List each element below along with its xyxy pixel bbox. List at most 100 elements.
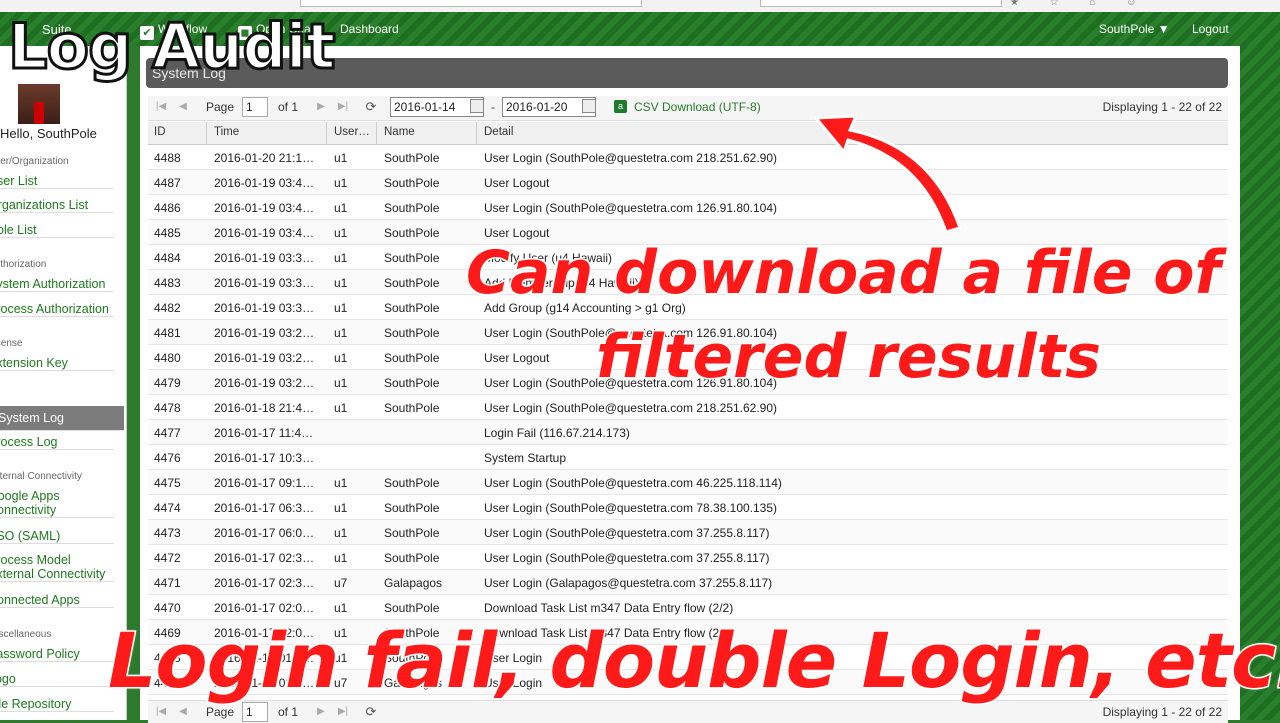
user-menu[interactable]: SouthPole ▼ <box>1099 22 1170 36</box>
cell-name: SouthPole <box>384 501 440 515</box>
cell-time: 2016-01-18 21:4… <box>214 401 315 415</box>
sidebar-section-external-connectivity: External Connectivity <box>0 471 82 482</box>
cell-id: 4470 <box>154 601 181 615</box>
sidebar-section-miscellaneous: Miscellaneous <box>0 629 52 640</box>
sidebar-item-process-model-external[interactable]: Process Model External Connectivity <box>0 553 114 582</box>
cell-user: u1 <box>334 351 348 365</box>
csv-file-icon[interactable]: a <box>614 100 627 113</box>
sidebar-item-google-apps[interactable]: Google Apps Connectivity <box>0 489 114 518</box>
table-row[interactable]: 4471 2016-01-17 02:3… u7 Galapagos User Logi… <box>148 570 1228 595</box>
table-row[interactable]: 4473 2016-01-17 06:0… u1 SouthPole User Logi… <box>148 520 1228 545</box>
sidebar-item-organizations-list[interactable]: Organizations List <box>0 198 114 213</box>
prev-page-icon[interactable]: ◀ <box>176 705 190 719</box>
sidebar-item-connected-apps[interactable]: Connected Apps <box>0 593 114 608</box>
cell-time: 2016-01-19 03:4… <box>214 201 315 215</box>
page-label: Page <box>206 100 235 114</box>
cell-id: 4483 <box>154 276 181 290</box>
cell-name: SouthPole <box>384 551 440 565</box>
column-divider[interactable] <box>206 122 207 144</box>
table-row[interactable]: 4475 2016-01-17 09:1… u1 SouthPole User Logi… <box>148 470 1228 495</box>
cell-id: 4476 <box>154 451 181 465</box>
refresh-icon[interactable]: ⟳ <box>364 100 378 114</box>
table-row[interactable]: 4474 2016-01-17 06:3… u1 SouthPole User Logi… <box>148 495 1228 520</box>
sidebar-item-password-policy[interactable]: Password Policy <box>0 647 114 662</box>
sidebar-item-role-list[interactable]: Role List <box>0 223 114 238</box>
column-divider[interactable] <box>476 122 477 144</box>
sidebar-item-process-authorization[interactable]: Process Authorization <box>0 302 114 317</box>
cell-name: SouthPole <box>384 401 440 415</box>
cell-id: 4488 <box>154 151 181 165</box>
cell-detail: User Logout <box>484 176 550 190</box>
page-input[interactable]: 1 <box>242 97 268 117</box>
cell-id: 4479 <box>154 376 181 390</box>
sidebar-item-system-log[interactable]: System Log <box>0 406 124 431</box>
search-bar[interactable] <box>760 0 1002 7</box>
next-page-icon[interactable]: ▶ <box>314 100 328 114</box>
grid-toolbar: |◀ ◀ Page 1 of 1 ▶ ▶| ⟳ 2016-01-14 - 201… <box>148 96 1228 121</box>
sidebar-item-file-repository[interactable]: File Repository <box>0 697 114 712</box>
page-input[interactable]: 1 <box>242 702 268 722</box>
cell-time: 2016-01-19 03:2… <box>214 376 315 390</box>
cell-user: u1 <box>334 301 348 315</box>
cell-detail: User Login (Galapagos@questetra.com 37.2… <box>484 576 773 590</box>
column-time[interactable]: Time <box>214 126 239 138</box>
cell-time: 2016-01-17 02:3… <box>214 551 315 565</box>
greeting: Hello, SouthPole <box>0 126 97 141</box>
table-row[interactable]: 4476 2016-01-17 10:3… System Startup <box>148 445 1228 470</box>
cell-name: SouthPole <box>384 151 440 165</box>
cell-time: 2016-01-20 21:1… <box>214 151 315 165</box>
cell-name: SouthPole <box>384 376 440 390</box>
column-user[interactable]: User… <box>334 126 370 138</box>
column-id[interactable]: ID <box>154 126 166 138</box>
sidebar-item-extension-key[interactable]: Extension Key <box>0 356 114 371</box>
cell-time: 2016-01-17 02:0… <box>214 601 315 615</box>
browser-toolbar-icons[interactable]: ★ ☆ ⌂ ☺ <box>1010 0 1151 8</box>
sidebar-item-process-log[interactable]: Process Log <box>0 435 114 450</box>
page-label: Page <box>206 705 235 719</box>
sidebar-item-sso-saml[interactable]: SSO (SAML) <box>0 529 114 544</box>
table-row[interactable]: 4477 2016-01-17 11:4… Login Fail (116.67.2… <box>148 420 1228 445</box>
csv-download-link[interactable]: CSV Download (UTF-8) <box>634 100 761 114</box>
address-bar[interactable] <box>300 0 642 7</box>
cell-user: u1 <box>334 226 348 240</box>
table-row[interactable]: 4487 2016-01-19 03:4… u1 SouthPole User Logo… <box>148 170 1228 195</box>
grid-header: ID Time User… Name Detail <box>148 122 1228 145</box>
sidebar-item-system-authorization[interactable]: System Authorization <box>0 277 114 292</box>
overlay-title: Log Audit <box>6 9 336 85</box>
first-page-icon[interactable]: |◀ <box>154 705 168 719</box>
refresh-icon[interactable]: ⟳ <box>364 705 378 719</box>
last-page-icon[interactable]: ▶| <box>336 705 350 719</box>
last-page-icon[interactable]: ▶| <box>336 100 350 114</box>
of-pages-label: of 1 <box>278 705 299 719</box>
cell-name: SouthPole <box>384 476 440 490</box>
nav-dashboard-label: Dashboard <box>340 22 399 36</box>
column-divider[interactable] <box>376 122 377 144</box>
cell-time: 2016-01-17 02:3… <box>214 576 315 590</box>
calendar-icon[interactable] <box>470 99 484 113</box>
column-detail[interactable]: Detail <box>484 126 513 138</box>
table-row[interactable]: 4488 2016-01-20 21:1… u1 SouthPole User Logi… <box>148 145 1228 170</box>
prev-page-icon[interactable]: ◀ <box>176 100 190 114</box>
table-row[interactable]: 4486 2016-01-19 03:4… u1 SouthPole User Logi… <box>148 195 1228 220</box>
column-name[interactable]: Name <box>384 126 415 138</box>
table-row[interactable]: 4478 2016-01-18 21:4… u1 SouthPole User Logi… <box>148 395 1228 420</box>
sidebar-item-logo[interactable]: Logo <box>0 672 114 687</box>
overlay-caption-filtered: filtered results <box>595 321 1103 394</box>
cell-detail: User Login (SouthPole@questetra.com 46.2… <box>484 476 782 490</box>
nav-dashboard[interactable]: Dashboard <box>340 22 399 36</box>
first-page-icon[interactable]: |◀ <box>154 100 168 114</box>
calendar-icon[interactable] <box>582 99 596 113</box>
avatar <box>18 84 60 124</box>
column-divider[interactable] <box>326 122 327 144</box>
caret-down-icon: ▼ <box>1157 22 1170 36</box>
logout-link[interactable]: Logout <box>1192 22 1229 36</box>
table-row[interactable]: 4472 2016-01-17 02:3… u1 SouthPole User Logi… <box>148 545 1228 570</box>
cell-name: SouthPole <box>384 276 440 290</box>
cell-id: 4480 <box>154 351 181 365</box>
paging-status: Displaying 1 - 22 of 22 <box>1102 705 1222 719</box>
sidebar-item-user-list[interactable]: User List <box>0 174 114 189</box>
next-page-icon[interactable]: ▶ <box>314 705 328 719</box>
cell-detail: User Login (SouthPole@questetra.com 218.… <box>484 151 778 165</box>
cell-detail: User Logout <box>484 351 550 365</box>
cell-id: 4473 <box>154 526 181 540</box>
